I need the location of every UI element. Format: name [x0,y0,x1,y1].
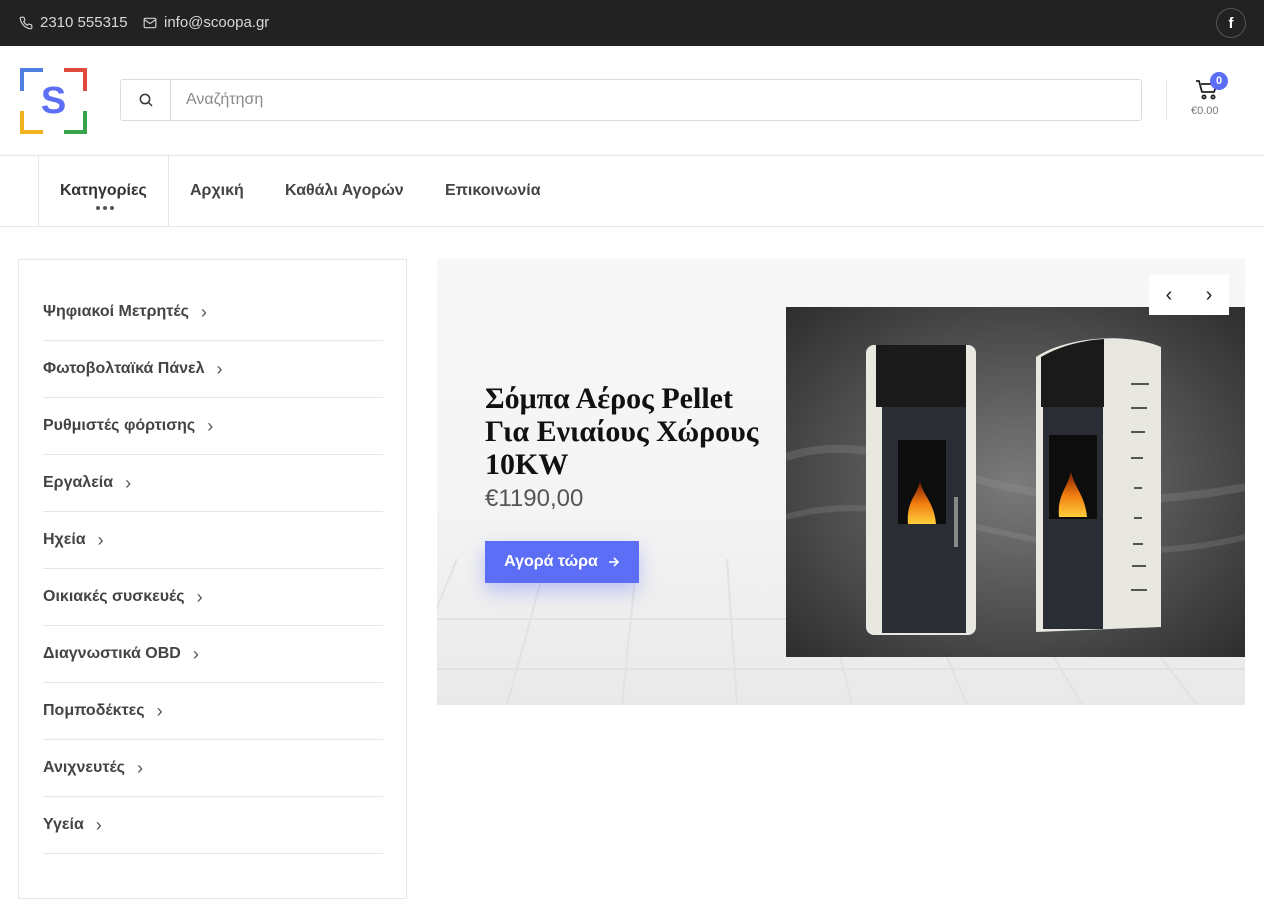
email-contact[interactable]: info@scoopa.gr [143,14,269,31]
sidebar-item-obd-diagnostics[interactable]: Διαγνωστικά OBD › [43,626,383,683]
sidebar-item-label: Ανιχνευτές [43,759,125,776]
slider-arrows: ‹ › [1149,275,1229,315]
pellet-stove-image [786,307,1245,657]
top-bar: 2310 555315 info@scoopa.gr f [0,0,1264,46]
cart-count-badge: 0 [1210,72,1228,90]
chevron-right-icon: › [156,700,163,721]
hero-product-price: €1190,00 [485,485,584,512]
site-logo[interactable]: S [19,67,88,135]
sidebar-item-label: Υγεία [43,816,84,833]
more-dots-icon [96,206,114,210]
search-input[interactable] [171,80,1141,120]
header-divider [1166,80,1167,120]
site-header: S 0 €0.00 [0,46,1264,156]
cart-total: €0.00 [1191,105,1219,117]
main-nav: Κατηγορίες Αρχική Καθάλι Αγορών Επικοινω… [0,156,1264,227]
mail-icon [143,17,157,29]
categories-label: Κατηγορίες [60,182,147,199]
search-icon [139,93,153,107]
phone-number: 2310 555315 [40,14,128,31]
chevron-right-icon: › [216,358,223,379]
chevron-right-icon: › [97,529,104,550]
buy-now-button[interactable]: Αγορά τώρα [485,541,639,583]
sidebar-item-health[interactable]: Υγεία › [43,797,383,854]
chevron-right-icon: › [95,814,102,835]
sidebar-item-label: Διαγνωστικά OBD [43,645,181,662]
sidebar-item-label: Ρυθμιστές φόρτισης [43,417,196,434]
sidebar-item-solar-panels[interactable]: Φωτοβολταϊκά Πάνελ › [43,341,383,398]
chevron-right-icon: › [200,301,207,322]
sidebar-item-label: Οικιακές συσκευές [43,588,185,605]
chevron-right-icon: › [207,415,214,436]
sidebar-item-label: Ψηφιακοί Μετρητές [43,303,189,320]
arrow-right-icon [608,557,620,567]
sidebar-item-label: Φωτοβολταϊκά Πάνελ [43,360,205,377]
phone-icon [19,16,33,30]
slider-next-button[interactable]: › [1189,275,1229,315]
sidebar-item-detectors[interactable]: Ανιχνευτές › [43,740,383,797]
facebook-icon-glyph: f [1228,14,1234,32]
slider-prev-button[interactable]: ‹ [1149,275,1189,315]
sidebar-item-speakers[interactable]: Ηχεία › [43,512,383,569]
sidebar-item-transceivers[interactable]: Πομποδέκτες › [43,683,383,740]
nav-link-home[interactable]: Αρχική [190,182,244,200]
email-address: info@scoopa.gr [164,14,270,31]
buy-now-label: Αγορά τώρα [504,553,598,570]
search-button[interactable] [121,80,171,120]
cart-button[interactable]: 0 €0.00 [1186,72,1230,124]
sidebar-item-label: Ηχεία [43,531,86,548]
hero-product-title: Σόμπα Αέρος Pellet Για Ενιαίους Χώρους 1… [485,382,759,481]
nav-link-contact[interactable]: Επικοινωνία [445,182,541,200]
logo-letter: S [41,80,66,122]
sidebar-item-charge-controllers[interactable]: Ρυθμιστές φόρτισης › [43,398,383,455]
sidebar-item-tools[interactable]: Εργαλεία › [43,455,383,512]
sidebar-item-home-appliances[interactable]: Οικιακές συσκευές › [43,569,383,626]
chevron-right-icon: › [192,643,199,664]
chevron-right-icon: › [125,472,132,493]
phone-contact[interactable]: 2310 555315 [19,14,128,31]
hero-slider: Σόμπα Αέρος Pellet Για Ενιαίους Χώρους 1… [437,259,1245,705]
sidebar-item-digital-meters[interactable]: Ψηφιακοί Μετρητές › [43,284,383,341]
chevron-right-icon: › [137,757,143,778]
nav-link-cart[interactable]: Καθάλι Αγορών [285,182,404,200]
search-bar [120,79,1142,121]
facebook-icon[interactable]: f [1216,8,1246,38]
sidebar-item-label: Εργαλεία [43,474,114,491]
categories-menu-button[interactable]: Κατηγορίες [38,156,169,226]
sidebar-item-label: Πομποδέκτες [43,702,145,719]
category-sidebar: Ψηφιακοί Μετρητές › Φωτοβολταϊκά Πάνελ › Ρ… [18,259,407,899]
chevron-right-icon: › [196,586,203,607]
